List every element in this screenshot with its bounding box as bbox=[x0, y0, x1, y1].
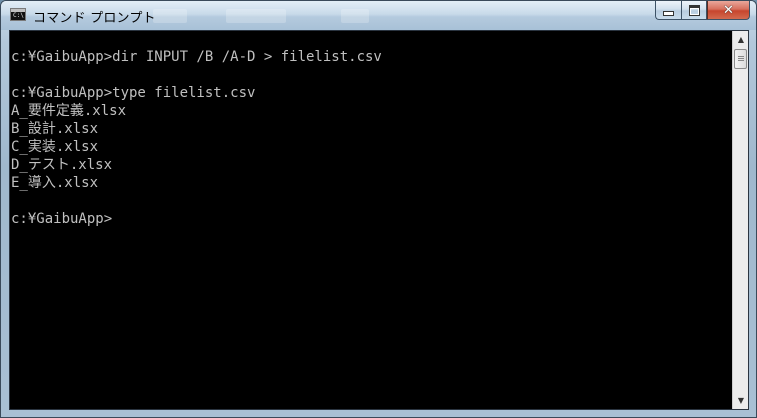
chevron-up-icon: ▲ bbox=[737, 35, 745, 44]
thumb-grip bbox=[738, 60, 744, 61]
scroll-up-button[interactable]: ▲ bbox=[733, 31, 749, 48]
vertical-scrollbar[interactable]: ▲ ▼ bbox=[732, 31, 748, 409]
console-output[interactable]: c:¥GaibuApp>dir INPUT /B /A-D > filelist… bbox=[10, 31, 733, 409]
console-prompt-line[interactable]: c:¥GaibuApp> bbox=[11, 210, 733, 228]
console-line: c:¥GaibuApp>dir INPUT /B /A-D > filelist… bbox=[11, 49, 382, 65]
console-line: c:¥GaibuApp>type filelist.csv bbox=[11, 85, 256, 101]
console-line: C_実装.xlsx bbox=[11, 139, 99, 155]
window-title: コマンド プロンプト bbox=[33, 11, 156, 26]
scrollbar-thumb[interactable] bbox=[734, 49, 747, 69]
thumb-grip bbox=[738, 58, 744, 59]
console-line: B_設計.xlsx bbox=[11, 121, 99, 137]
maximize-icon bbox=[688, 4, 700, 16]
scroll-down-button[interactable]: ▼ bbox=[733, 392, 749, 409]
console-line: D_テスト.xlsx bbox=[11, 157, 113, 173]
console-line: A_要件定義.xlsx bbox=[11, 103, 127, 119]
minimize-button[interactable] bbox=[655, 1, 681, 20]
title-bar[interactable]: C:\ コマンド プロンプト ✕ bbox=[1, 1, 756, 30]
cmd-icon-text: C:\ bbox=[13, 12, 24, 19]
title-bar-reflection bbox=[153, 9, 187, 23]
chevron-down-icon: ▼ bbox=[737, 396, 745, 405]
caption-buttons: ✕ bbox=[655, 1, 750, 20]
minimize-icon bbox=[663, 10, 674, 16]
command-prompt-window: C:\ コマンド プロンプト ✕ c:¥GaibuApp>dir INPUT /… bbox=[0, 0, 757, 418]
title-bar-reflection bbox=[226, 9, 286, 23]
maximize-button[interactable] bbox=[681, 1, 707, 20]
console-client-area: c:¥GaibuApp>dir INPUT /B /A-D > filelist… bbox=[9, 30, 749, 410]
console-line: E_導入.xlsx bbox=[11, 175, 99, 191]
cmd-icon[interactable]: C:\ bbox=[10, 8, 26, 21]
close-button[interactable]: ✕ bbox=[707, 1, 750, 20]
title-bar-reflection bbox=[341, 9, 369, 23]
thumb-grip bbox=[738, 56, 744, 57]
close-icon: ✕ bbox=[723, 2, 734, 18]
